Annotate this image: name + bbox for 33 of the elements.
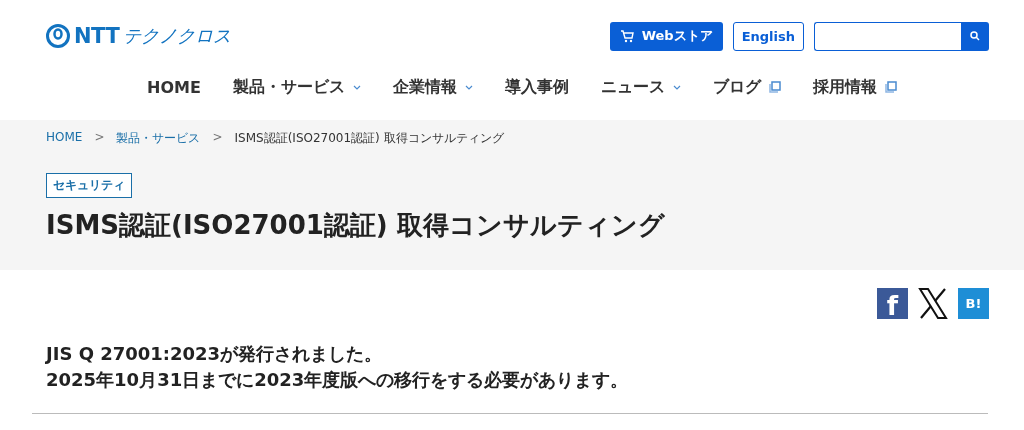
facebook-share-button[interactable]: f [877,288,908,319]
logo-mark: NTT [74,24,120,48]
breadcrumb-link[interactable]: 製品・サービス [116,130,201,147]
search-button[interactable] [961,21,989,51]
nav-link[interactable]: ブログ [712,76,781,98]
page-title: ISMS認証(ISO27001認証) 取得コンサルティング [46,209,666,242]
web-store-button[interactable]: Webストア [609,21,723,51]
hatena-share-button[interactable]: B! [958,288,989,319]
window-icon [768,81,781,93]
window-icon [884,81,897,93]
search-field[interactable] [814,21,961,51]
nav-link[interactable]: ニュース [600,76,681,98]
chevron-down-icon [464,84,473,90]
notice-text: 2025年10月31日までに2023年度版への移行をする必要があります。 [46,368,630,392]
breadcrumb-current: ISMS認証(ISO27001認証) 取得コンサルティング [234,130,504,147]
breadcrumb-separator: > [94,130,105,146]
x-share-icon[interactable] [918,288,948,319]
breadcrumb-link[interactable]: HOME [46,130,83,147]
nav-link[interactable]: HOME [147,77,201,97]
chevron-down-icon [672,84,681,90]
category-tag: セキュリティ [46,173,132,198]
notice-text: JIS Q 27001:2023が発行されました。 [46,342,384,366]
chevron-down-icon [352,84,361,90]
search-icon [970,31,980,41]
nav-link[interactable]: 採用情報 [812,76,897,98]
nav-link[interactable]: 導入事例 [504,76,569,98]
breadcrumb-separator: > [212,130,223,146]
cart-icon [619,29,634,43]
english-button[interactable]: English [732,21,804,51]
nav-link[interactable]: 企業情報 [392,76,473,98]
logo-icon [46,24,70,48]
nav-link[interactable]: 製品・サービス [232,76,361,98]
logo-name: テクノクロス [123,24,232,48]
